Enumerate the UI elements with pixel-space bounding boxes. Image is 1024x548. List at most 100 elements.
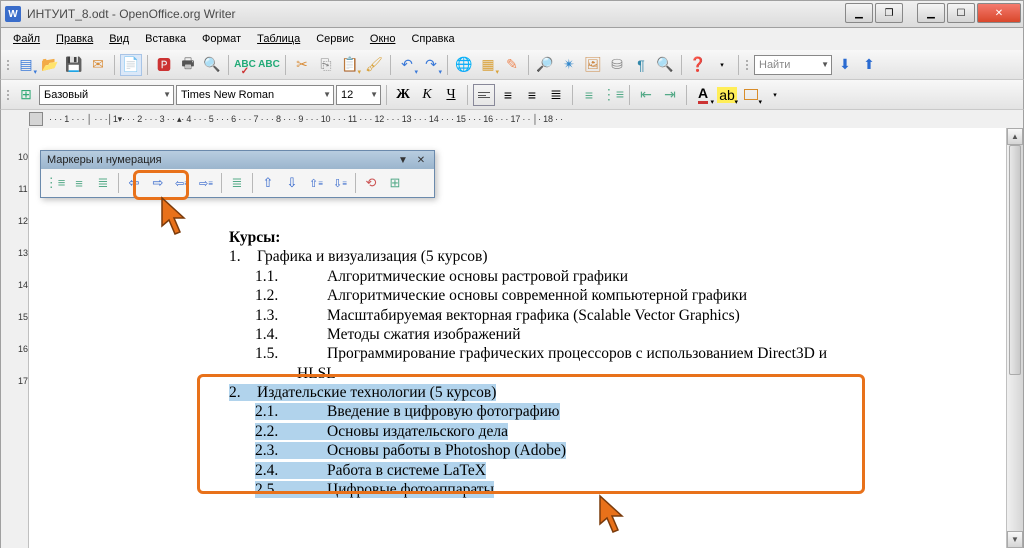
demote-level-button[interactable]: ⇨ bbox=[147, 172, 169, 194]
more-button[interactable]: ▾ bbox=[764, 84, 786, 106]
menu-table[interactable]: Таблица bbox=[251, 31, 306, 47]
ruler-scale: · · · 1 · · · │ · · ·│1▾· · · 2 · · · 3 … bbox=[49, 114, 1023, 125]
insert-table-button[interactable]: ▦▾ bbox=[477, 54, 499, 76]
undo-button[interactable]: ↶▾ bbox=[396, 54, 418, 76]
float-toolbar-title-text: Маркеры и нумерация bbox=[47, 154, 162, 166]
bullets-button[interactable]: ⋮≡ bbox=[602, 84, 624, 106]
scroll-up-button[interactable]: ▲ bbox=[1007, 128, 1023, 145]
demote-subpoints-button[interactable]: ⇨≡ bbox=[195, 172, 217, 194]
float-toolbar-title[interactable]: Маркеры и нумерация ▼ ✕ bbox=[41, 151, 434, 169]
edit-doc-button[interactable]: 📄 bbox=[120, 54, 142, 76]
move-up-subpoints-button[interactable]: ⇧≡ bbox=[305, 172, 327, 194]
ruler-corner[interactable] bbox=[29, 112, 43, 126]
new-doc-button[interactable]: ▤▾ bbox=[15, 54, 37, 76]
align-center-button[interactable]: ≡ bbox=[497, 84, 519, 106]
float-close-button[interactable]: ✕ bbox=[414, 153, 428, 167]
autospell-button[interactable]: ABC bbox=[258, 54, 280, 76]
minimize-button[interactable]: ▁ bbox=[917, 3, 945, 23]
bullets-dialog-button[interactable]: ⊞ bbox=[384, 172, 406, 194]
close-button[interactable]: ✕ bbox=[977, 3, 1021, 23]
underline-button[interactable]: Ч bbox=[440, 84, 462, 106]
datasources-button[interactable]: ⛁ bbox=[606, 54, 628, 76]
find-next-button[interactable]: ⬇ bbox=[834, 54, 856, 76]
bullets-numbering-toolbar[interactable]: Маркеры и нумерация ▼ ✕ ⋮≡ ≡ ≣ ⇦ ⇨ ⇦≡ ⇨≡… bbox=[40, 150, 435, 198]
menu-view[interactable]: Вид bbox=[103, 31, 135, 47]
align-left-button[interactable] bbox=[473, 84, 495, 106]
titlebar: W ИНТУИТ_8.odt - OpenOffice.org Writer ▁… bbox=[0, 0, 1024, 28]
move-down-subpoints-button[interactable]: ⇩≡ bbox=[329, 172, 351, 194]
font-color-button[interactable]: A▾ bbox=[692, 84, 714, 106]
bullets-on-off-button[interactable]: ⋮≡ bbox=[44, 172, 66, 194]
help-button[interactable]: ❓ bbox=[687, 54, 709, 76]
vertical-ruler[interactable]: 1011121314151617 bbox=[1, 128, 29, 548]
navigator-button[interactable]: ✴ bbox=[558, 54, 580, 76]
minimize-inner-button[interactable]: ▁ bbox=[845, 3, 873, 23]
maximize-button[interactable]: ☐ bbox=[947, 3, 975, 23]
restart-numbering-button[interactable]: ⟲ bbox=[360, 172, 382, 194]
move-down-button[interactable]: ⇩ bbox=[281, 172, 303, 194]
promote-level-button[interactable]: ⇦ bbox=[123, 172, 145, 194]
mail-button[interactable]: ✉ bbox=[87, 54, 109, 76]
find-replace-button[interactable]: 🔎 bbox=[534, 54, 556, 76]
highlight-button[interactable]: ab▾ bbox=[716, 84, 738, 106]
font-size-combo[interactable]: 12▼ bbox=[336, 85, 381, 105]
horizontal-ruler[interactable]: · · · 1 · · · │ · · ·│1▾· · · 2 · · · 3 … bbox=[0, 110, 1024, 128]
paragraph-style-combo[interactable]: Базовый▼ bbox=[39, 85, 174, 105]
cut-button[interactable]: ✂ bbox=[291, 54, 313, 76]
print-button[interactable]: 🖶 bbox=[177, 54, 199, 76]
bg-color-button[interactable]: ▾ bbox=[740, 84, 762, 106]
window-title: ИНТУИТ_8.odt - OpenOffice.org Writer bbox=[27, 7, 236, 21]
spellcheck-button[interactable]: ABC✓ bbox=[234, 54, 256, 76]
find-input[interactable]: Найти▼ bbox=[754, 55, 832, 75]
heading: Курсы: bbox=[229, 228, 827, 247]
decrease-indent-button[interactable]: ⇤ bbox=[635, 84, 657, 106]
app-icon: W bbox=[5, 6, 21, 22]
numbering-button[interactable]: ≡ bbox=[578, 84, 600, 106]
scroll-down-button[interactable]: ▼ bbox=[1007, 531, 1023, 548]
formatting-toolbar: ⊞ Базовый▼ Times New Roman▼ 12▼ Ж К Ч ≡ … bbox=[0, 80, 1024, 110]
save-button[interactable]: 💾 bbox=[63, 54, 85, 76]
promote-subpoints-button[interactable]: ⇦≡ bbox=[171, 172, 193, 194]
font-name-combo[interactable]: Times New Roman▼ bbox=[176, 85, 334, 105]
align-right-button[interactable]: ≡ bbox=[521, 84, 543, 106]
toolbar-handle-3[interactable] bbox=[5, 84, 11, 106]
nonprinting-button[interactable]: ¶ bbox=[630, 54, 652, 76]
styles-button[interactable]: ⊞ bbox=[15, 84, 37, 106]
menu-help[interactable]: Справка bbox=[405, 31, 460, 47]
paste-button[interactable]: 📋▾ bbox=[339, 54, 361, 76]
export-pdf-button[interactable]: 🅿 bbox=[153, 54, 175, 76]
hyperlink-button[interactable]: 🌐 bbox=[453, 54, 475, 76]
float-dropdown-button[interactable]: ▼ bbox=[396, 153, 410, 167]
insert-unnumbered-button[interactable]: ≣ bbox=[226, 172, 248, 194]
standard-toolbar: ▤▾ 📂 💾 ✉ 📄 🅿 🖶 🔍 ABC✓ ABC ✂ ⎘ 📋▾ 🖌 ↶▾ ↷▾… bbox=[0, 50, 1024, 80]
increase-indent-button[interactable]: ⇥ bbox=[659, 84, 681, 106]
menu-tools[interactable]: Сервис bbox=[310, 31, 360, 47]
redo-button[interactable]: ↷▾ bbox=[420, 54, 442, 76]
numbering-on-off-button[interactable]: ≡ bbox=[68, 172, 90, 194]
menu-file[interactable]: Файл bbox=[7, 31, 46, 47]
zoom-button[interactable]: 🔍 bbox=[654, 54, 676, 76]
menu-format[interactable]: Формат bbox=[196, 31, 247, 47]
bold-button[interactable]: Ж bbox=[392, 84, 414, 106]
scroll-thumb[interactable] bbox=[1009, 145, 1021, 375]
whats-this-button[interactable]: ▾ bbox=[711, 54, 733, 76]
align-justify-button[interactable]: ≣ bbox=[545, 84, 567, 106]
gallery-button[interactable]: 🖼 bbox=[582, 54, 604, 76]
preview-button[interactable]: 🔍 bbox=[201, 54, 223, 76]
vertical-scrollbar[interactable]: ▲ ▼ bbox=[1006, 128, 1023, 548]
numbering-off-button[interactable]: ≣ bbox=[92, 172, 114, 194]
find-prev-button[interactable]: ⬆ bbox=[858, 54, 880, 76]
toolbar-handle[interactable] bbox=[5, 54, 11, 76]
italic-button[interactable]: К bbox=[416, 84, 438, 106]
open-button[interactable]: 📂 bbox=[39, 54, 61, 76]
restore-inner-button[interactable]: ❐ bbox=[875, 3, 903, 23]
format-paintbrush-button[interactable]: 🖌 bbox=[363, 54, 385, 76]
document-content[interactable]: Курсы: 1.Графика и визуализация (5 курсо… bbox=[229, 228, 827, 499]
show-draw-button[interactable]: ✎ bbox=[501, 54, 523, 76]
toolbar-handle-2[interactable] bbox=[744, 54, 750, 76]
copy-button[interactable]: ⎘ bbox=[315, 54, 337, 76]
menu-insert[interactable]: Вставка bbox=[139, 31, 192, 47]
menu-edit[interactable]: Правка bbox=[50, 31, 99, 47]
menu-window[interactable]: Окно bbox=[364, 31, 402, 47]
move-up-button[interactable]: ⇧ bbox=[257, 172, 279, 194]
